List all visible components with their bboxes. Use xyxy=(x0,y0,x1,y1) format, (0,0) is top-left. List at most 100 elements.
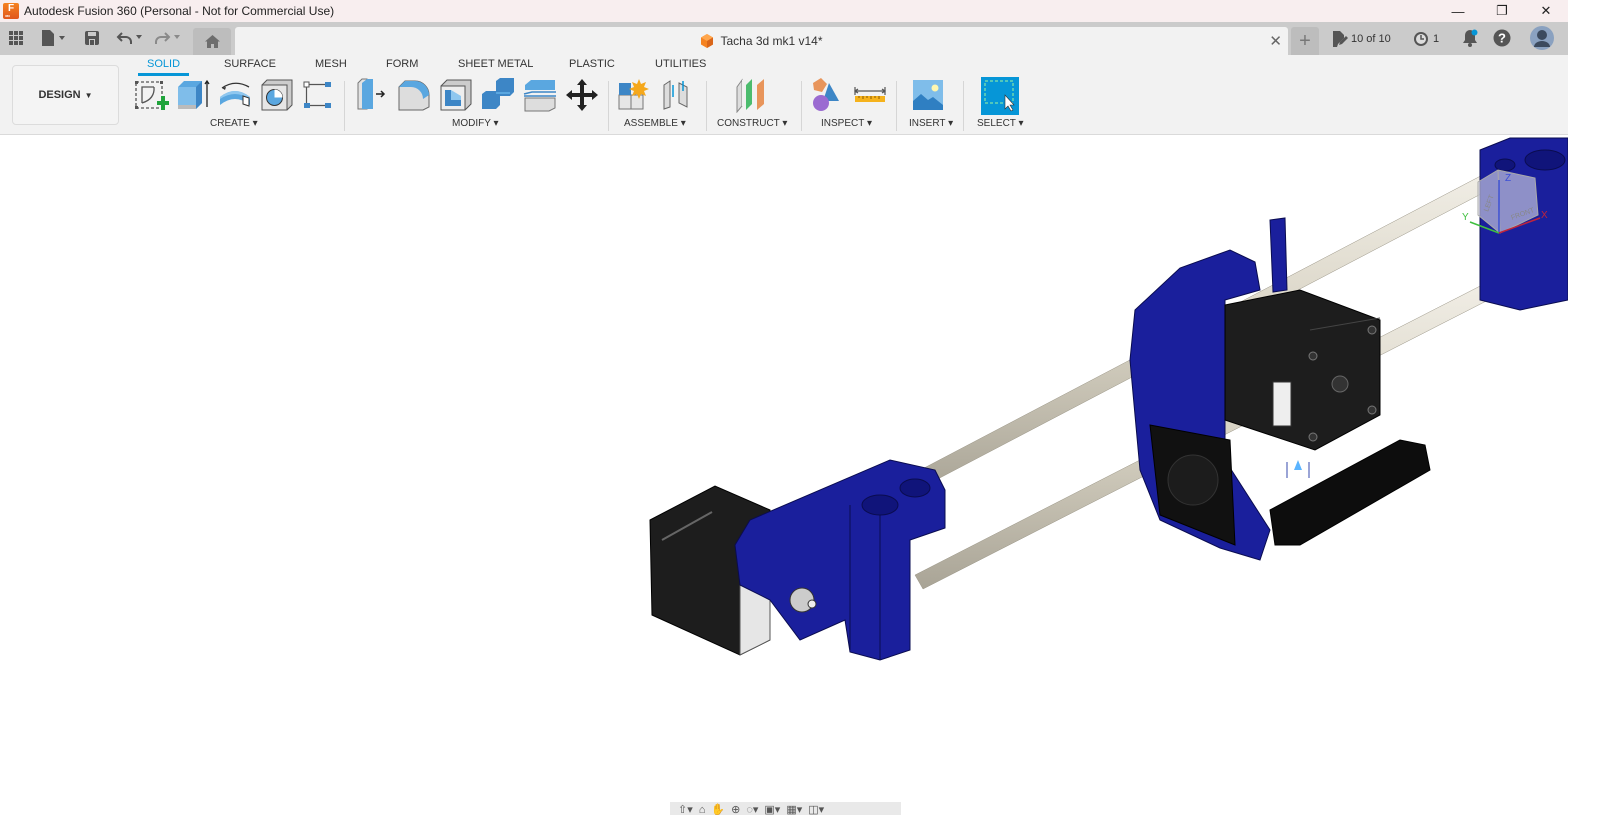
document-tab[interactable]: Tacha 3d mk1 v14* ✕ xyxy=(235,27,1288,55)
tab-surface[interactable]: SURFACE xyxy=(224,58,276,70)
create-sketch-icon[interactable] xyxy=(133,77,169,113)
fusion-360-window: F 360 Autodesk Fusion 360 (Personal - Not… xyxy=(0,0,1568,829)
document-title: Tacha 3d mk1 v14* xyxy=(720,34,823,48)
pattern-icon[interactable] xyxy=(301,77,337,113)
window-title: Autodesk Fusion 360 (Personal - Not for … xyxy=(24,4,335,18)
modify-menu[interactable]: MODIFY ▾ xyxy=(452,118,499,129)
orbit-icon[interactable]: ⇧▾ xyxy=(678,802,693,815)
job-count: 1 xyxy=(1433,33,1440,45)
press-pull-icon[interactable] xyxy=(354,77,390,113)
pan-icon[interactable]: ✋ xyxy=(711,802,725,815)
display-settings-icon[interactable]: ▣▾ xyxy=(764,802,780,815)
group-divider xyxy=(706,81,707,131)
redo-button[interactable] xyxy=(154,28,184,48)
job-status-button[interactable]: 1 xyxy=(1413,31,1439,47)
document-edit-icon xyxy=(1333,31,1348,47)
toolbar-ribbon: DESIGN ▼ SOLID SURFACE MESH FORM SHEET ME… xyxy=(0,55,1568,135)
joint-icon[interactable] xyxy=(659,77,695,113)
workspace-switcher[interactable]: DESIGN ▼ xyxy=(12,65,119,125)
tab-solid[interactable]: SOLID xyxy=(147,58,180,70)
model-canvas[interactable]: LEFT FRONT Z Y X xyxy=(0,136,1568,829)
hole-icon[interactable] xyxy=(259,77,295,113)
file-icon xyxy=(42,30,65,46)
revolve-icon[interactable] xyxy=(217,77,253,113)
close-icon: ✕ xyxy=(1540,3,1552,18)
undo-icon xyxy=(116,32,142,44)
fillet-icon[interactable] xyxy=(396,77,432,113)
select-menu[interactable]: SELECT ▾ xyxy=(977,118,1024,129)
clock-icon xyxy=(1414,32,1428,46)
group-divider xyxy=(608,81,609,131)
tab-utilities[interactable]: UTILITIES xyxy=(655,58,706,70)
restore-icon: ❐ xyxy=(1496,3,1508,18)
plus-icon: + xyxy=(1299,29,1311,52)
x-axis-label: X xyxy=(1541,210,1548,221)
zoom-icon[interactable]: ⊕ xyxy=(731,802,740,815)
y-axis-label: Y xyxy=(1462,212,1469,223)
look-at-icon[interactable]: ⌂ xyxy=(699,802,706,815)
create-menu[interactable]: CREATE ▾ xyxy=(210,118,258,129)
close-button[interactable]: ✕ xyxy=(1524,0,1568,22)
notifications-button[interactable] xyxy=(1462,29,1478,52)
inspect-menu[interactable]: INSPECT ▾ xyxy=(821,118,872,129)
version-history-button[interactable]: 10 of 10 xyxy=(1332,31,1391,47)
home-tab[interactable] xyxy=(193,28,231,55)
group-divider xyxy=(963,81,964,131)
window-select-icon[interactable] xyxy=(981,77,1019,115)
version-count: 10 of 10 xyxy=(1351,33,1391,45)
title-bar: F 360 Autodesk Fusion 360 (Personal - Not… xyxy=(0,0,1568,22)
help-icon: ? xyxy=(1493,29,1511,47)
new-design-tab-button[interactable]: + xyxy=(1291,27,1319,55)
minimize-button[interactable]: — xyxy=(1436,0,1480,22)
extrude-icon[interactable] xyxy=(175,77,211,113)
group-divider xyxy=(801,81,802,131)
assemble-menu[interactable]: ASSEMBLE ▾ xyxy=(624,118,686,129)
user-profile-button[interactable] xyxy=(1530,26,1554,55)
file-menu-button[interactable] xyxy=(40,28,70,48)
apps-grid-icon xyxy=(9,31,23,45)
viewports-icon[interactable]: ◫▾ xyxy=(808,802,824,815)
measure-icon[interactable] xyxy=(852,77,888,113)
minimize-icon: — xyxy=(1451,3,1465,19)
tab-plastic[interactable]: PLASTIC xyxy=(569,58,615,70)
extruder-carriage xyxy=(1129,217,1431,561)
construct-menu[interactable]: CONSTRUCT ▾ xyxy=(717,118,787,129)
workspace-label: DESIGN xyxy=(38,89,81,101)
screen-margin xyxy=(1568,0,1599,829)
tab-mesh[interactable]: MESH xyxy=(315,58,347,70)
save-icon xyxy=(85,31,99,45)
move-copy-icon[interactable] xyxy=(564,77,600,113)
navigation-bar: ⇧▾ ⌂ ✋ ⊕ ◌▾ ▣▾ ▦▾ ◫▾ xyxy=(670,802,901,815)
undo-button[interactable] xyxy=(116,28,146,48)
component-cube-icon xyxy=(701,34,714,48)
home-icon xyxy=(204,35,220,48)
redo-icon xyxy=(155,32,180,44)
fit-icon[interactable]: ◌▾ xyxy=(746,802,758,815)
tab-form[interactable]: FORM xyxy=(386,58,418,70)
offset-plane-icon[interactable] xyxy=(733,77,769,113)
help-button[interactable]: ? xyxy=(1493,29,1511,52)
save-button[interactable] xyxy=(84,28,100,48)
z-axis-label: Z xyxy=(1505,173,1511,184)
combine-icon[interactable] xyxy=(480,77,516,113)
3d-viewport[interactable]: LEFT FRONT Z Y X ⇧▾ ⌂ ✋ ⊕ ◌▾ ▣▾ ▦▾ ◫▾ xyxy=(0,136,1568,829)
interference-icon[interactable] xyxy=(809,77,845,113)
split-body-icon[interactable] xyxy=(522,77,558,113)
bell-icon xyxy=(1463,29,1478,47)
data-panel-button[interactable] xyxy=(8,28,24,48)
active-tab-indicator xyxy=(138,73,189,76)
window-controls: — ❐ ✕ xyxy=(1436,0,1568,22)
svg-text:?: ? xyxy=(1498,31,1506,46)
avatar-icon xyxy=(1530,26,1554,50)
chevron-down-icon: ▼ xyxy=(84,90,93,100)
group-divider xyxy=(896,81,897,131)
new-component-icon[interactable] xyxy=(617,77,653,113)
restore-button[interactable]: ❐ xyxy=(1480,0,1524,22)
shell-icon[interactable] xyxy=(438,77,474,113)
grid-icon[interactable]: ▦▾ xyxy=(786,802,802,815)
insert-image-icon[interactable] xyxy=(911,77,947,113)
tab-sheet-metal[interactable]: SHEET METAL xyxy=(458,58,533,70)
insert-menu[interactable]: INSERT ▾ xyxy=(909,118,953,129)
close-document-button[interactable]: ✕ xyxy=(1269,32,1282,50)
group-divider xyxy=(344,81,345,131)
